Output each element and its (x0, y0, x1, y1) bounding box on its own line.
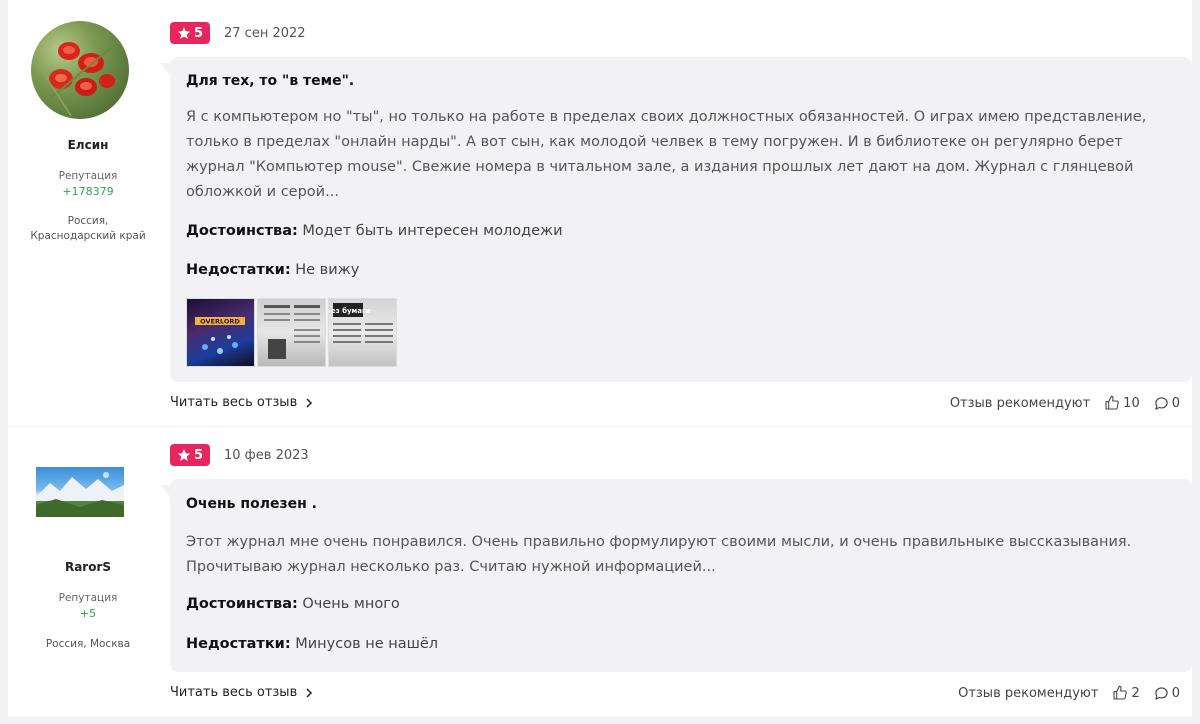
author-name[interactable]: Елсин (8, 138, 168, 152)
thumbs-up-icon (1113, 685, 1128, 700)
rating-value: 5 (193, 25, 204, 41)
review-card: Елсин Репутация +178379 Россия, Краснода… (8, 0, 1192, 426)
like-count: 2 (1131, 685, 1140, 701)
comment-icon (1155, 396, 1168, 410)
author-name[interactable]: RarorS (8, 560, 168, 574)
review-photo[interactable] (257, 298, 326, 367)
comment-count: 0 (1171, 685, 1180, 701)
read-full-review-link[interactable]: Читать весь отзыв (170, 395, 313, 410)
review-date: 27 сен 2022 (224, 26, 306, 41)
review-photos: OVERLORD Без бумаги (170, 298, 430, 368)
review-footer: Отзыв рекомендуют 2 0 (958, 685, 1180, 701)
cons: Недостатки: Минусов не нашёл (186, 636, 438, 652)
like-button[interactable]: 2 (1112, 685, 1140, 701)
like-button[interactable]: 10 (1104, 395, 1140, 411)
comment-count: 0 (1171, 395, 1180, 411)
rating-badge: 5 (170, 22, 210, 44)
read-more-label: Читать весь отзыв (170, 685, 298, 700)
pros-label: Достоинства: (186, 223, 298, 239)
read-more-label: Читать весь отзыв (170, 395, 298, 410)
reputation-value: +178379 (62, 185, 114, 198)
avatar[interactable] (31, 21, 129, 119)
review-footer: Отзыв рекомендуют 10 0 (950, 395, 1180, 411)
thumbs-up-icon (1105, 395, 1119, 410)
reputation-label: Репутация (58, 170, 118, 182)
review-title[interactable]: Для тех, то "в теме". (186, 73, 354, 89)
cons-label: Недостатки: (186, 262, 291, 278)
reviews-list: Елсин Репутация +178379 Россия, Краснода… (0, 0, 1200, 724)
pros-text: Модет быть интересен молодежи (302, 223, 563, 239)
review-body: Очень полезен . Этот журнал мне очень по… (160, 479, 1192, 672)
recommend-label: Отзыв рекомендуют (949, 395, 1091, 411)
author-location: Россия, Краснодарский край (30, 215, 146, 242)
photo-caption: Без бумаги (329, 307, 371, 315)
cons-text: Минусов не нашёл (295, 636, 439, 652)
star-icon (177, 27, 191, 39)
reputation-value: +5 (79, 607, 97, 620)
review-text: Этот журнал мне очень понравился. Очень … (186, 534, 1132, 575)
chevron-right-icon (306, 687, 313, 698)
like-count: 10 (1123, 395, 1140, 411)
comment-button[interactable]: 0 (1154, 396, 1180, 411)
review-card: RarorS Репутация +5 Россия, Москва 5 10 … (8, 427, 1192, 717)
read-full-review-link[interactable]: Читать весь отзыв (170, 685, 313, 700)
review-photo[interactable]: Без бумаги (328, 298, 397, 367)
comment-button[interactable]: 0 (1154, 686, 1180, 701)
cons-label: Недостатки: (186, 636, 291, 652)
cons-text: Не вижу (295, 262, 360, 278)
pros: Достоинства: Модет быть интересен молоде… (186, 223, 563, 239)
review-date: 10 фев 2023 (224, 448, 309, 463)
pros-text: Очень много (302, 596, 400, 612)
author-location: Россия, Москва (45, 638, 131, 650)
review-photo[interactable]: OVERLORD (186, 298, 255, 367)
recommend-label: Отзыв рекомендуют (958, 685, 1099, 701)
star-icon (177, 449, 191, 461)
rating-value: 5 (193, 447, 204, 463)
rating-badge: 5 (170, 444, 210, 466)
review-title[interactable]: Очень полезен . (186, 496, 317, 512)
avatar[interactable] (36, 467, 124, 517)
chevron-right-icon (306, 397, 313, 408)
review-text: Я с компьютером но "ты", но только на ра… (186, 109, 1147, 200)
reputation-label: Репутация (58, 592, 118, 604)
pros: Достоинства: Очень много (186, 596, 400, 612)
pros-label: Достоинства: (186, 596, 298, 612)
comment-icon (1155, 686, 1168, 700)
cons: Недостатки: Не вижу (186, 262, 359, 278)
review-body: Для тех, то "в теме". Я с компьютером но… (160, 57, 1192, 382)
cover-text: OVERLORD (200, 318, 240, 326)
